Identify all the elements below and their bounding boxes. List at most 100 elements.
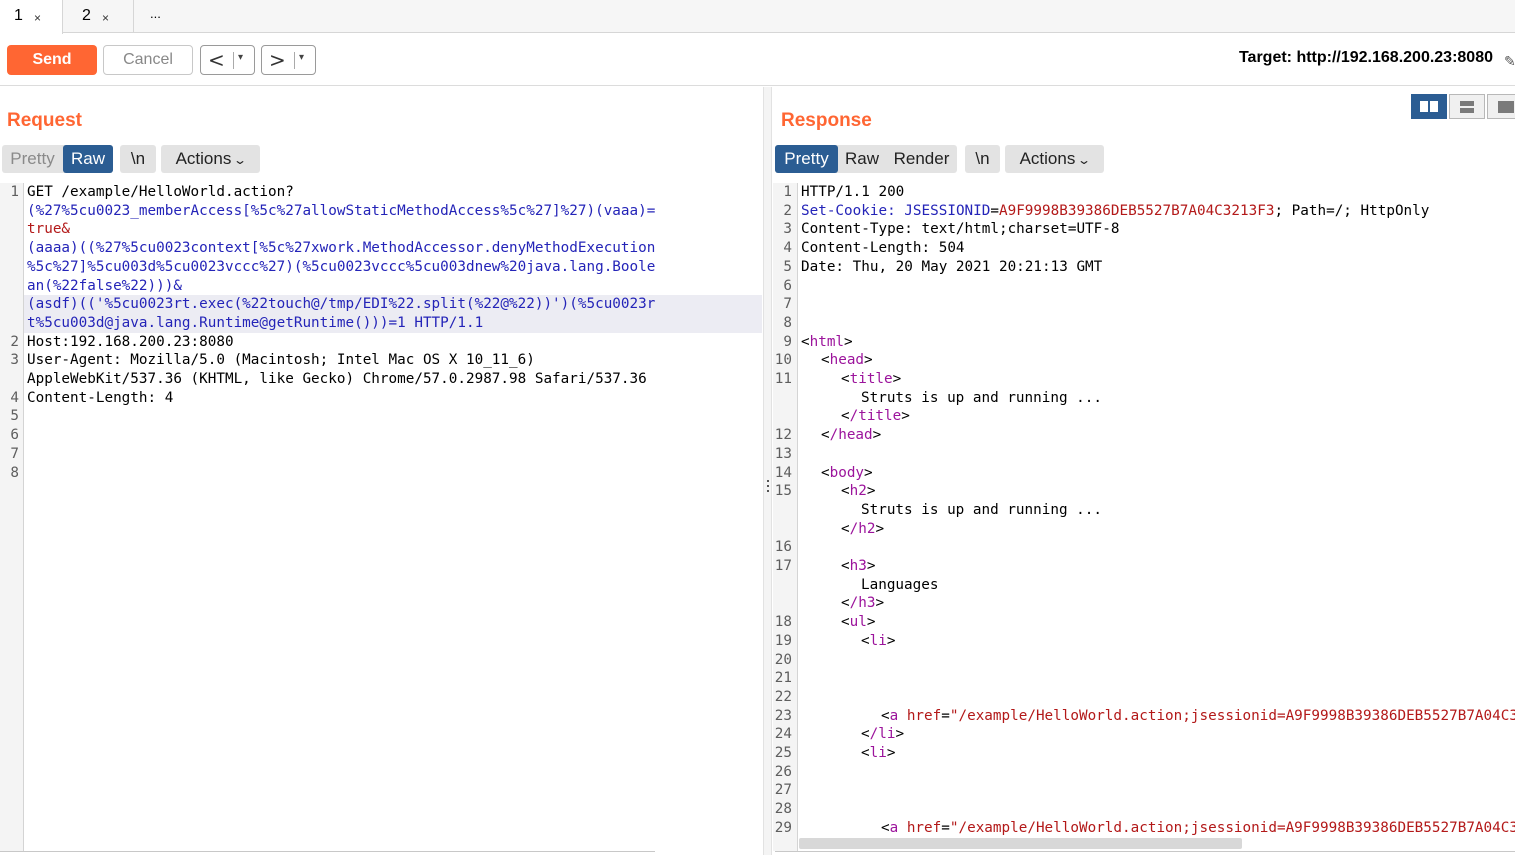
tab-2[interactable]: 2 ×: [63, 0, 134, 33]
line-number: 24: [774, 726, 792, 743]
close-tab-icon[interactable]: ×: [102, 3, 109, 33]
code-line: <ul>: [841, 614, 876, 631]
horizontal-scrollbar[interactable]: [799, 838, 1242, 849]
tag-name: /h2: [849, 520, 876, 537]
line-number: 6: [783, 277, 792, 294]
tag-name: li: [869, 745, 887, 761]
code-line: (asdf)(('%5cu0023rt.exec(%22touch@/tmp/E…: [24, 295, 762, 314]
request-title: Request: [7, 110, 82, 131]
line-number: 4: [783, 240, 792, 257]
line-number: 9: [783, 333, 792, 350]
actions-text: Actions: [1019, 149, 1076, 168]
tag-name: h2: [849, 483, 867, 500]
tabbed-layout-button[interactable]: [1487, 94, 1515, 119]
code-line: <a href="/example/HelloWorld.action;jses…: [881, 819, 1515, 838]
forward-button[interactable]: > ▾: [261, 45, 316, 75]
code-line: Set-Cookie: JSESSIONID=A9F9998B39386DEB5…: [801, 202, 1429, 221]
cookie-value: A9F9998B39386DEB5527B7A04C3213F3: [998, 202, 1275, 219]
actions-label: Actions ⌄: [1005, 145, 1104, 173]
code-line: Languages: [861, 576, 939, 593]
tab-raw[interactable]: Raw: [63, 145, 113, 173]
code-line: <h2>: [841, 483, 876, 500]
cancel-button[interactable]: Cancel: [103, 45, 193, 75]
attr-value: "/example/HelloWorld.action;jsessionid=A…: [949, 707, 1515, 724]
code-line: <li>: [861, 632, 896, 649]
tab-pretty[interactable]: Pretty: [775, 145, 838, 173]
line-number: 19: [774, 632, 792, 649]
line-number: 8: [10, 464, 19, 481]
tab-label: 1: [14, 7, 23, 24]
request-format-group: Pretty Raw: [2, 145, 113, 173]
tab-new[interactable]: ...: [134, 0, 180, 33]
tag-name: li: [869, 632, 887, 649]
code-line: Struts is up and running ...: [861, 501, 1103, 518]
attr-value: "/example/HelloWorld.action;jsessionid=A…: [949, 819, 1515, 836]
chevron-down-icon[interactable]: ▾: [299, 52, 304, 63]
tab-raw[interactable]: Raw: [838, 145, 886, 173]
code-line: Content-Type: text/html;charset=UTF-8: [801, 221, 1120, 238]
line-number: 3: [783, 221, 792, 238]
drag-handle-icon: [767, 480, 769, 495]
newline-toggle[interactable]: \n: [120, 145, 156, 173]
actions-menu[interactable]: Actions ⌄: [161, 145, 260, 173]
line-number: 23: [774, 707, 792, 724]
pane-splitter[interactable]: [763, 87, 772, 855]
code-line: <li>: [861, 745, 896, 761]
back-button[interactable]: < ▾: [200, 45, 255, 75]
attr-name: href: [906, 707, 942, 724]
code-line: Content-Length: 4: [27, 389, 174, 406]
line-number: 1: [783, 184, 792, 200]
actions-text: Actions: [175, 149, 232, 168]
line-number: 17: [774, 558, 792, 574]
edit-target-icon[interactable]: ✎: [1504, 53, 1515, 70]
code-line: %5c%27]%5cu003d%5cu0023vccc%27)(%5cu0023…: [27, 258, 656, 275]
cookie-name: JSESSIONID: [904, 202, 991, 219]
line-number: 5: [10, 408, 19, 425]
newline-toggle[interactable]: \n: [965, 145, 1000, 173]
line-number: 21: [774, 670, 792, 687]
request-editor[interactable]: 1 2 3 4 5 6 7 8 GET /example/HelloWorld.…: [0, 183, 763, 851]
code-line: Date: Thu, 20 May 2021 20:21:13 GMT: [801, 258, 1103, 275]
chevron-down-icon: ⌄: [1077, 153, 1092, 167]
chevron-down-icon[interactable]: ▾: [238, 52, 243, 63]
line-number: 28: [774, 801, 792, 818]
code-line: <h3>: [841, 558, 876, 574]
tab-render[interactable]: Render: [886, 145, 957, 173]
send-button[interactable]: Send: [7, 45, 97, 75]
response-editor[interactable]: 1 2 3 4 5 6 7 8 9 10 11 12 13 14 15 16 1…: [773, 183, 1515, 851]
code-line: GET /example/HelloWorld.action?: [27, 184, 294, 200]
tab-pretty[interactable]: Pretty: [2, 145, 63, 173]
code-line: an(%22false%22)))&: [27, 277, 182, 294]
close-tab-icon[interactable]: ×: [34, 3, 41, 33]
stacked-layout-button[interactable]: [1449, 94, 1485, 119]
code-line: <body>: [821, 464, 873, 481]
cookie-rest: ; Path=/; HttpOnly: [1274, 202, 1430, 219]
code-line: <title>: [841, 371, 902, 387]
code-line: </head>: [821, 427, 882, 444]
line-number: 12: [774, 427, 792, 444]
cookie-eq: =: [990, 202, 999, 219]
line-number: 4: [10, 389, 19, 406]
code-line: </h2>: [841, 520, 885, 537]
chevron-down-icon: ⌄: [233, 153, 248, 167]
code-line: AppleWebKit/537.36 (KHTML, like Gecko) C…: [27, 371, 647, 387]
response-view-tabs: Pretty Raw Render \n Actions ⌄: [775, 145, 1110, 173]
side-by-side-layout-button[interactable]: [1411, 94, 1447, 119]
new-tab-label: ...: [150, 6, 161, 21]
line-number: 29: [774, 819, 792, 836]
tab-1[interactable]: 1 ×: [0, 0, 63, 34]
actions-menu[interactable]: Actions ⌄: [1005, 145, 1104, 173]
attr-name: href: [906, 819, 942, 836]
line-number: 11: [774, 371, 792, 387]
newline-label: \n: [975, 149, 990, 168]
line-number: 2: [783, 202, 792, 219]
code-line: </h3>: [841, 595, 885, 612]
line-number: 15: [774, 483, 792, 500]
code-line: Host:192.168.200.23:8080: [27, 333, 234, 350]
line-number: 14: [774, 464, 792, 481]
tag-name: h3: [849, 558, 867, 574]
tab-label: 2: [82, 7, 91, 24]
code-line: true&: [27, 221, 71, 238]
line-number: 20: [774, 651, 792, 668]
actions-label: Actions ⌄: [161, 145, 260, 173]
